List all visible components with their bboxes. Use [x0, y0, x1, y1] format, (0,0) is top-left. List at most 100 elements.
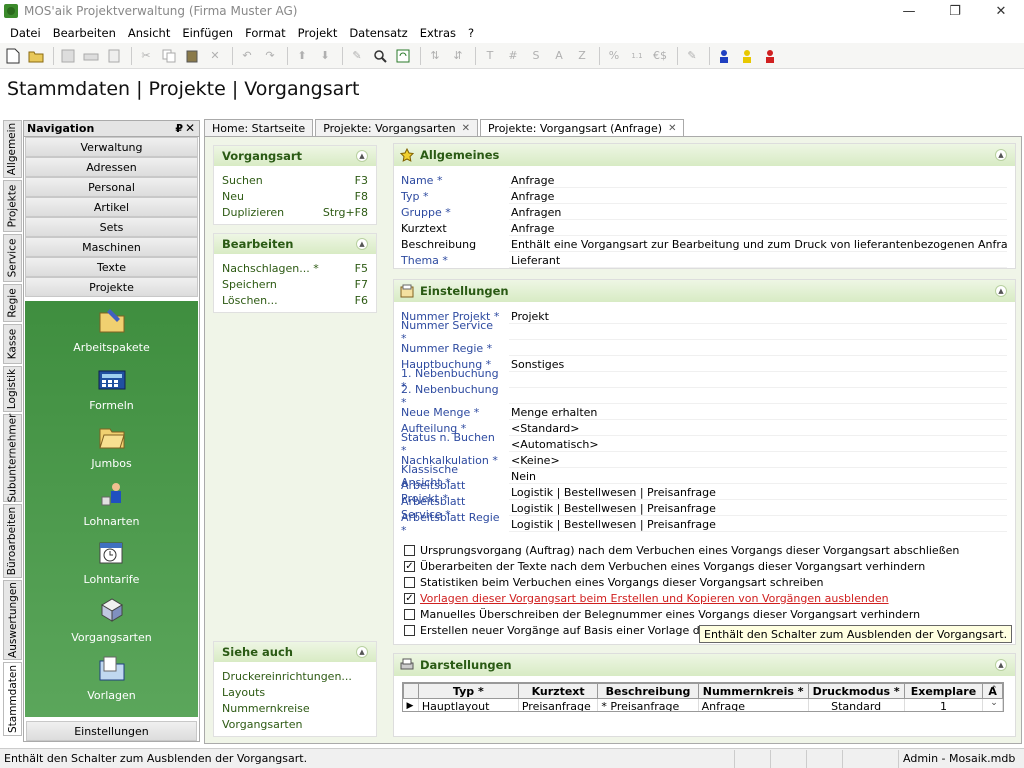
minimize-button[interactable]: —: [886, 0, 932, 22]
copy-icon[interactable]: [159, 46, 179, 66]
cut-icon[interactable]: ✂: [136, 46, 156, 66]
field-value[interactable]: [509, 388, 1007, 404]
field-label[interactable]: Nummer Regie *: [394, 342, 501, 355]
chevron-up-icon[interactable]: ▲: [356, 150, 368, 162]
user-red-icon[interactable]: [760, 46, 780, 66]
field-value[interactable]: Sonstiges: [509, 356, 1007, 372]
checkbox[interactable]: [404, 576, 415, 588]
field-value[interactable]: Anfrage: [509, 188, 1007, 204]
tab-vorgangsarten[interactable]: Projekte: Vorgangsarten ✕: [315, 119, 478, 136]
checkbox[interactable]: [404, 544, 415, 556]
col-nummernkreis[interactable]: Nummernkreis *: [697, 683, 809, 699]
checkbox-label[interactable]: Vorlagen dieser Vorgangsart beim Erstell…: [420, 592, 889, 605]
field-value[interactable]: Projekt: [509, 308, 1007, 324]
nav-item-vorlagen[interactable]: Vorlagen: [25, 653, 198, 702]
save-icon[interactable]: [58, 46, 78, 66]
field-value[interactable]: Anfrage: [509, 220, 1007, 236]
action-loeschen[interactable]: Löschen... F6: [214, 292, 376, 308]
nav-item-arbeitspakete[interactable]: Arbeitspakete: [25, 305, 198, 354]
format-t-button[interactable]: T: [480, 46, 500, 66]
field-value[interactable]: Logistik | Bestellwesen | Preisanfrage: [509, 484, 1007, 500]
format-hash-button[interactable]: #: [503, 46, 523, 66]
nav-item-vorgangsarten[interactable]: Vorgangsarten: [25, 595, 198, 644]
undo-icon[interactable]: ↶: [237, 46, 257, 66]
field-value[interactable]: <Keine>: [509, 452, 1007, 468]
close-tab-icon[interactable]: ✕: [462, 123, 470, 134]
vtab-logistik[interactable]: Logistik: [3, 366, 22, 412]
actions-bearbeiten-header[interactable]: Bearbeiten ▲: [214, 234, 376, 254]
field-value[interactable]: [509, 372, 1007, 388]
chevron-up-icon[interactable]: ▲: [356, 646, 368, 658]
refresh-icon[interactable]: [393, 46, 413, 66]
col-kurztext[interactable]: Kurztext: [517, 683, 599, 699]
checkbox-label[interactable]: Manuelles Überschreiben der Belegnummer …: [420, 608, 920, 621]
field-value[interactable]: Menge erhalten: [509, 404, 1007, 420]
new-icon[interactable]: [3, 46, 23, 66]
checkbox[interactable]: [404, 608, 415, 620]
chevron-up-icon[interactable]: ▲: [995, 149, 1007, 161]
format-a-button[interactable]: A: [549, 46, 569, 66]
grid-scrollbar[interactable]: ⌃ ⌄: [985, 684, 1003, 712]
close-tab-icon[interactable]: ✕: [668, 123, 676, 134]
field-value[interactable]: Anfragen: [509, 204, 1007, 220]
tab-startseite[interactable]: Home: Startseite: [204, 119, 314, 136]
chevron-up-icon[interactable]: ▲: [995, 285, 1007, 297]
col-beschreibung[interactable]: Beschreibung: [597, 683, 699, 699]
checkbox-label[interactable]: Ursprungsvorgang (Auftrag) nach dem Verb…: [420, 544, 959, 557]
field-value[interactable]: [509, 324, 1007, 340]
decimal-icon[interactable]: 1.1: [627, 46, 647, 66]
nav-artikel-button[interactable]: Artikel: [25, 197, 198, 217]
action-duplizieren[interactable]: Duplizieren Strg+F8: [214, 204, 376, 220]
menu-einfuegen[interactable]: Einfügen: [176, 26, 239, 40]
vtab-allgemein[interactable]: Allgemein: [3, 120, 22, 178]
action-nachschlagen[interactable]: Nachschlagen... * F5: [214, 260, 376, 276]
sort-desc-icon[interactable]: ⇵: [448, 46, 468, 66]
checkbox-checked[interactable]: ✓: [404, 592, 415, 604]
link-layouts[interactable]: Layouts: [214, 684, 376, 700]
vtab-stammdaten[interactable]: Stammdaten: [3, 662, 22, 736]
menu-bearbeiten[interactable]: Bearbeiten: [47, 26, 122, 40]
field-value[interactable]: Lieferant: [509, 252, 1007, 268]
field-label[interactable]: Typ *: [394, 190, 501, 203]
link-nummernkreise[interactable]: Nummernkreise: [214, 700, 376, 716]
checkbox[interactable]: [404, 624, 415, 636]
user-blue-icon[interactable]: [714, 46, 734, 66]
close-icon[interactable]: ✕: [185, 121, 195, 135]
edit-icon[interactable]: ✎: [347, 46, 367, 66]
actions-vorgangsart-header[interactable]: Vorgangsart ▲: [214, 146, 376, 166]
percent-button[interactable]: %: [604, 46, 624, 66]
menu-ansicht[interactable]: Ansicht: [122, 26, 176, 40]
menu-datei[interactable]: Datei: [4, 26, 47, 40]
format-z-button[interactable]: Z: [572, 46, 592, 66]
field-label[interactable]: Thema *: [394, 254, 501, 267]
field-value[interactable]: Enthält eine Vorgangsart zur Bearbeitung…: [509, 236, 1007, 252]
nav-projekte-button[interactable]: Projekte: [25, 277, 198, 297]
find-icon[interactable]: [370, 46, 390, 66]
nav-item-lohntarife[interactable]: Lohntarife: [25, 537, 198, 586]
nav-item-formeln[interactable]: Formeln: [25, 363, 198, 412]
down-icon[interactable]: ⬇: [315, 46, 335, 66]
paste-icon[interactable]: [182, 46, 202, 66]
menu-datensatz[interactable]: Datensatz: [343, 26, 413, 40]
chevron-up-icon[interactable]: ▲: [995, 659, 1007, 671]
vtab-bueroarbeiten[interactable]: Büroarbeiten: [3, 504, 22, 578]
field-value[interactable]: [509, 340, 1007, 356]
checkbox-label[interactable]: Überarbeiten der Texte nach dem Verbuche…: [420, 560, 925, 573]
filter-icon[interactable]: ✎: [682, 46, 702, 66]
nav-texte-button[interactable]: Texte: [25, 257, 198, 277]
vtab-projekte[interactable]: Projekte: [3, 180, 22, 232]
field-value[interactable]: <Automatisch>: [509, 436, 1007, 452]
format-s-button[interactable]: S: [526, 46, 546, 66]
field-value[interactable]: Logistik | Bestellwesen | Preisanfrage: [509, 516, 1007, 532]
field-label[interactable]: Name *: [394, 174, 501, 187]
vtab-kasse[interactable]: Kasse: [3, 324, 22, 364]
user-yellow-icon[interactable]: [737, 46, 757, 66]
nav-item-lohnarten[interactable]: Lohnarten: [25, 479, 198, 528]
field-label[interactable]: Gruppe *: [394, 206, 501, 219]
field-label[interactable]: Neue Menge *: [394, 406, 501, 419]
vtab-regie[interactable]: Regie: [3, 284, 22, 322]
actions-siehe-auch-header[interactable]: Siehe auch ▲: [214, 642, 376, 662]
vtab-subunternehmer[interactable]: Subunternehmer: [3, 414, 22, 502]
link-druckereinrichtungen[interactable]: Druckereinrichtungen...: [214, 668, 376, 684]
table-row[interactable]: ▶ Hauptlayout Preisanfrage * Preisanfrag…: [403, 698, 1003, 711]
